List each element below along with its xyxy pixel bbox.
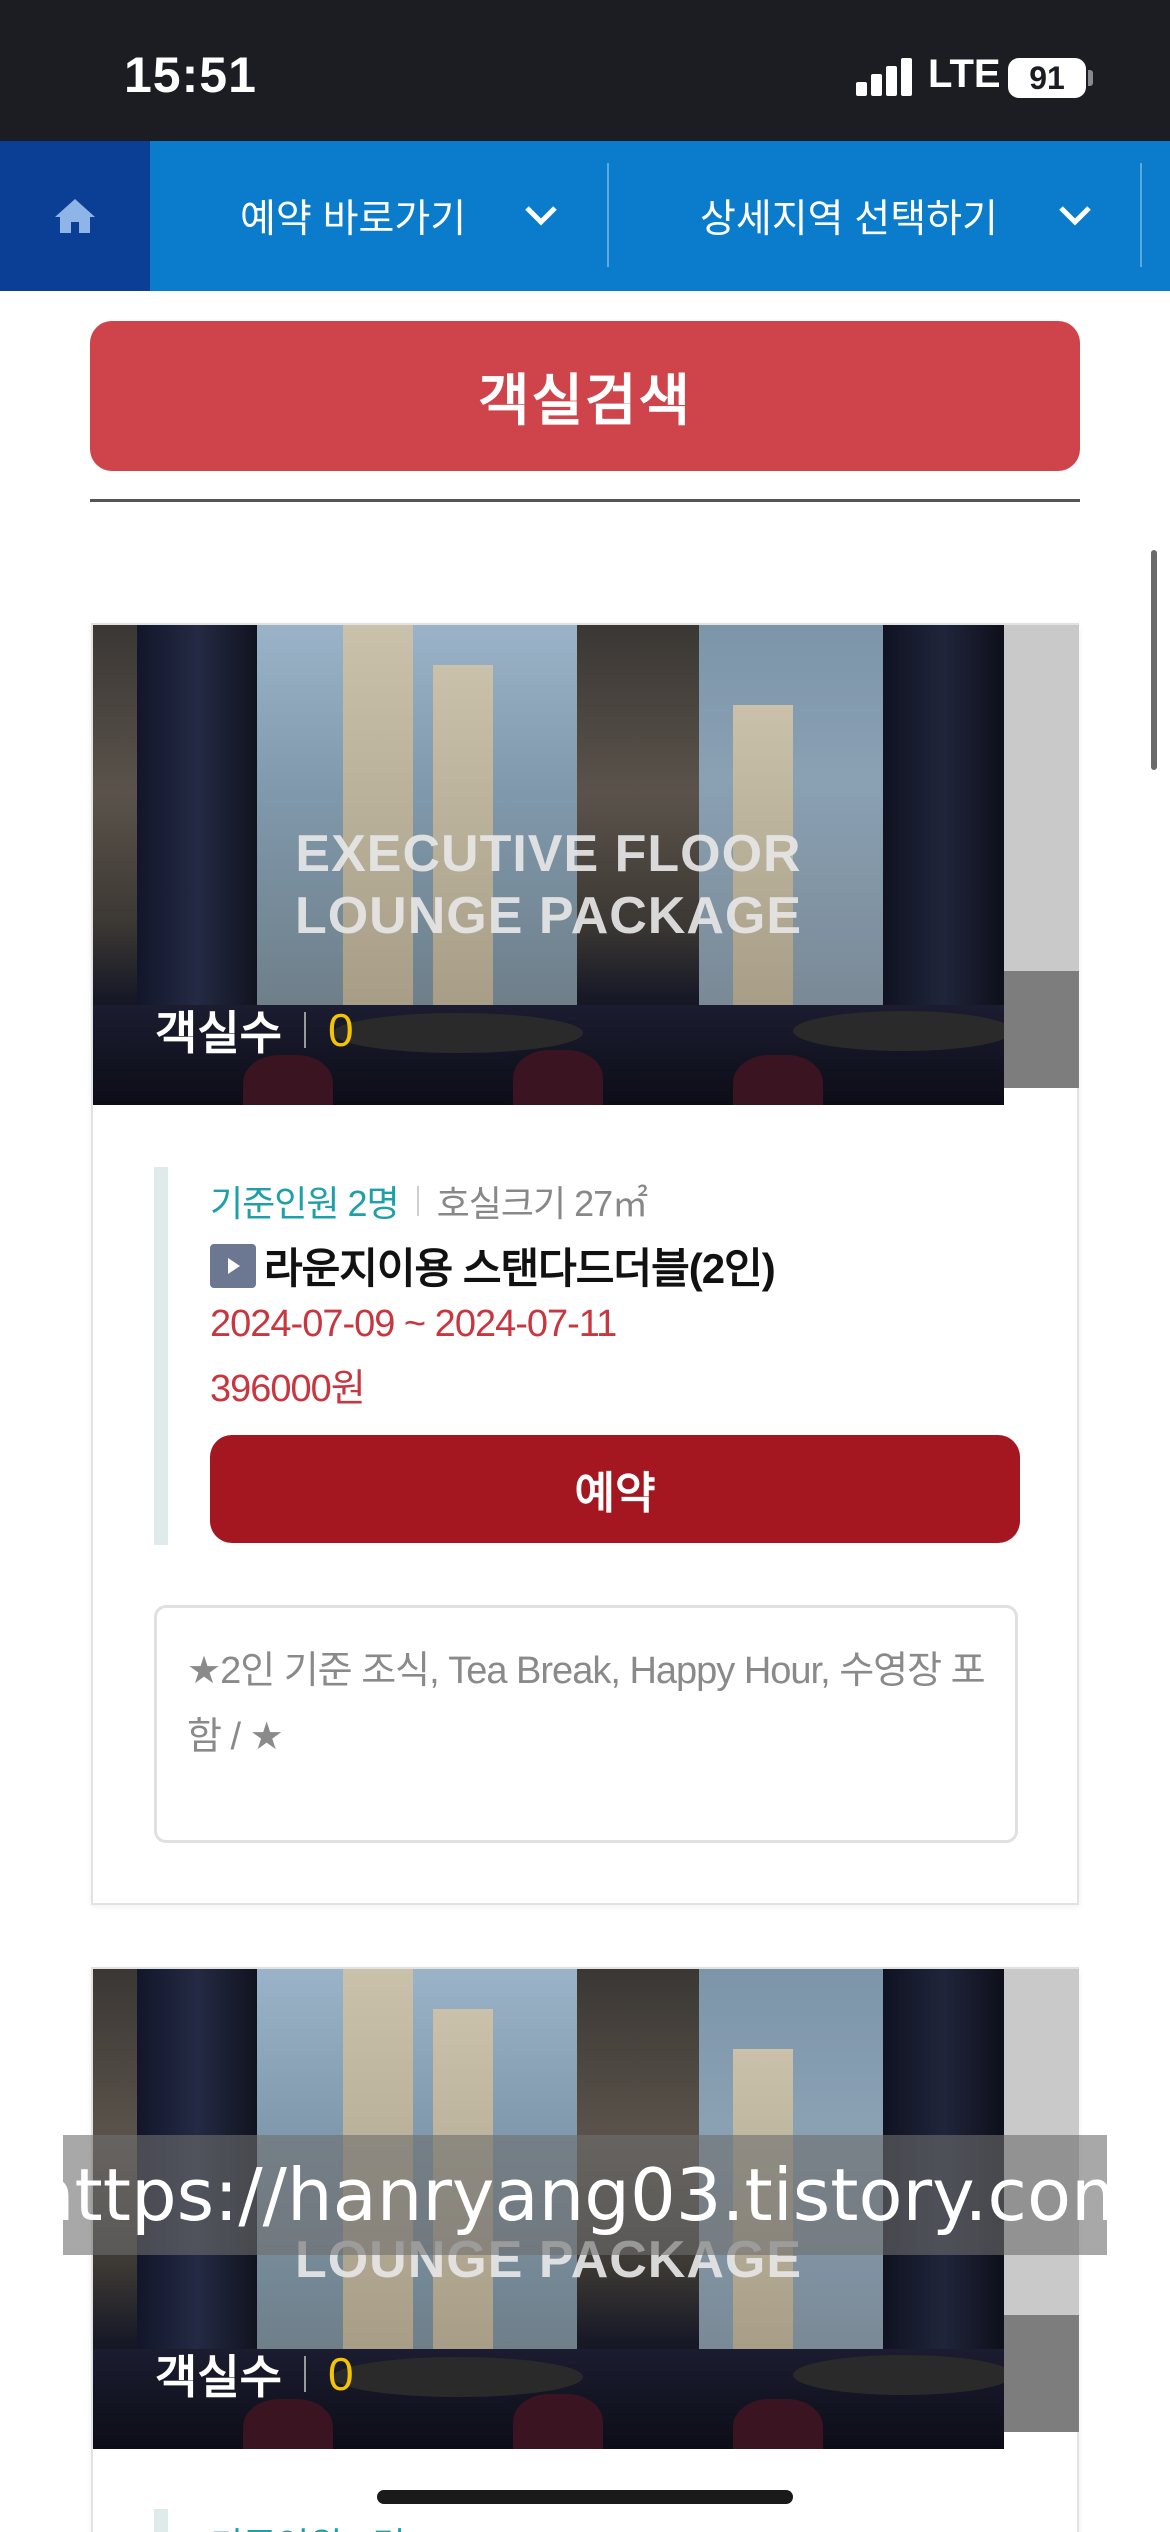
watermark-url: https://hanryang03.tistory.com [29,2135,1141,2255]
home-button[interactable] [0,141,150,291]
carousel-side-panel-dark [1004,2315,1079,2432]
room-card: EXECUTIVE FLOOR LOUNGE PACKAGE 객실수 0 기준인… [91,623,1079,1905]
status-bar: 15:51 LTE 91 [0,0,1170,141]
room-count-value: 0 [327,1004,354,1056]
chevron-down-icon [525,206,557,226]
room-meta: 기준인원 2명 호실크기 27㎡ [210,1175,649,1227]
room-count-label: 객실수 [155,2351,282,2403]
room-search-button[interactable]: 객실검색 [90,321,1080,471]
network-type: LTE [928,52,1001,96]
room-photo[interactable]: EXECUTIVE FLOOR LOUNGE PACKAGE 객실수 0 [93,625,1004,1105]
region-select-dropdown[interactable]: 상세지역 선택하기 [700,141,1092,291]
room-count-value: 0 [327,2348,354,2400]
scrollbar[interactable] [1151,550,1157,770]
home-icon [55,199,95,233]
room-price: 396000원 [210,1368,366,1410]
book-button[interactable]: 예약 [210,1435,1020,1543]
reservation-shortcut-dropdown[interactable]: 예약 바로가기 [240,141,558,291]
room-count-label: 객실수 [155,1007,282,1059]
region-select-label: 상세지역 선택하기 [700,198,998,241]
battery-icon: 91 [1008,58,1086,98]
room-persons: 기준인원 2명 [154,2509,754,2532]
section-divider [90,499,1080,502]
status-time: 15:51 [124,47,257,103]
reservation-shortcut-label: 예약 바로가기 [240,198,467,241]
cell-signal-icon [856,58,914,96]
battery-tip [1088,70,1093,86]
room-note: ★2인 기준 조식, Tea Break, Happy Hour, 수영장 포함… [154,1605,1018,1843]
room-name[interactable]: 라운지이용 스탠다드더블(2인) [210,1235,776,1296]
play-icon [210,1243,256,1288]
chevron-down-icon [1059,206,1091,226]
room-dates: 2024-07-09 ~ 2024-07-11 [210,1303,617,1345]
nav-divider [1140,163,1142,267]
carousel-side-panel-dark [1004,971,1079,1088]
nav-divider [607,163,609,267]
top-nav: 예약 바로가기 상세지역 선택하기 [0,141,1170,291]
room-count: 객실수 0 [155,997,354,1063]
room-info: 기준인원 2명 호실크기 27㎡ 라운지이용 스탠다드더블(2인) 2024-0… [154,1167,1020,1545]
room-count: 객실수 0 [155,2341,354,2407]
app-root: 15:51 LTE 91 예약 바로가기 상세지역 선택하기 객실검색 EXEC… [0,0,1170,2532]
room-persons: 기준인원 2명 [210,1183,400,1224]
home-indicator[interactable] [377,2490,793,2504]
room-size: 호실크기 27㎡ [436,1183,649,1224]
package-title: EXECUTIVE FLOOR LOUNGE PACKAGE [294,825,803,945]
room-name-text: 라운지이용 스탠다드더블(2인) [264,1245,776,1292]
